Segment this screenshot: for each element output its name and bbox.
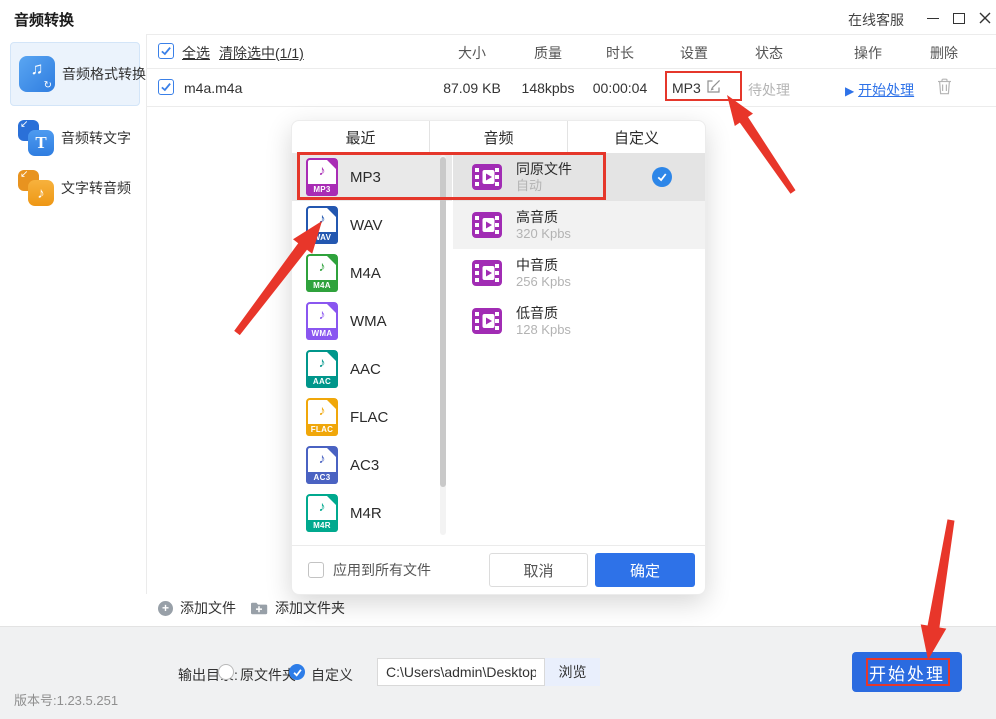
start-processing-button[interactable]: 开始处理 (852, 652, 962, 692)
file-format-setting[interactable]: MP3 (672, 80, 701, 96)
file-format-icon: ♪WMA (306, 302, 338, 340)
quality-option-medium[interactable]: 中音质256 Kpbs (453, 249, 705, 297)
add-file-icon: + (158, 601, 173, 616)
maximize-icon[interactable] (946, 8, 972, 28)
check-circle-icon (652, 167, 672, 187)
row-start-action[interactable]: ▶ 开始处理 (845, 80, 914, 100)
app-title: 音频转换 (14, 9, 74, 30)
apply-all-label: 应用到所有文件 (333, 560, 431, 580)
col-header-duration: 时长 (590, 43, 650, 63)
file-name: m4a.m4a (184, 80, 242, 96)
sidebar-item-text-to-audio[interactable]: ↙ ♪ 文字转音频 (10, 164, 140, 212)
text-to-audio-icon: ↙ ♪ (18, 170, 54, 206)
clear-selected-label[interactable]: 清除选中(1/1) (219, 43, 304, 63)
format-option-wav[interactable]: ♪WAV WAV (292, 201, 452, 249)
file-row-checkbox[interactable] (158, 79, 174, 95)
format-option-flac[interactable]: ♪FLAC FLAC (292, 393, 452, 441)
online-service-link[interactable]: 在线客服 (848, 10, 904, 30)
divider (146, 68, 996, 69)
quality-option-low[interactable]: 低音质128 Kpbs (453, 297, 705, 345)
format-option-mp3[interactable]: ♪MP3 MP3 (292, 153, 452, 201)
file-status: 待处理 (739, 80, 799, 100)
sidebar: ♫↻ 音频格式转换 ↙ T 音频转文字 ↙ ♪ 文字转音频 (0, 34, 147, 594)
col-header-operation: 操作 (838, 43, 898, 63)
format-option-m4a[interactable]: ♪M4A M4A (292, 249, 452, 297)
file-format-icon: ♪MP3 (306, 158, 338, 196)
quality-option-high[interactable]: 高音质320 Kpbs (453, 201, 705, 249)
file-format-icon: ♪M4R (306, 494, 338, 532)
format-option-aac[interactable]: ♪AAC AAC (292, 345, 452, 393)
add-file-button[interactable]: + 添加文件 (158, 598, 236, 618)
format-option-m4r[interactable]: ♪M4R M4R (292, 489, 452, 537)
quality-option-same-as-source[interactable]: 同原文件自动 (453, 153, 705, 201)
annotation-arrow (727, 95, 796, 194)
scrollbar (440, 155, 446, 535)
col-header-quality: 质量 (518, 43, 578, 63)
scrollbar-thumb[interactable] (440, 157, 446, 487)
format-option-wma[interactable]: ♪WMA WMA (292, 297, 452, 345)
minimize-icon[interactable] (920, 8, 946, 28)
select-all-label[interactable]: 全选 (182, 43, 210, 63)
add-folder-icon (250, 601, 268, 615)
trash-icon[interactable] (937, 78, 952, 98)
file-format-icon: ♪M4A (306, 254, 338, 292)
file-quality: 148kpbs (518, 80, 578, 96)
close-icon[interactable] (972, 8, 996, 28)
browse-button[interactable]: 浏览 (545, 658, 600, 686)
divider (146, 34, 996, 35)
dialog-tabs: 最近 音频 自定义 (292, 121, 705, 154)
confirm-button[interactable]: 确定 (595, 553, 695, 587)
format-list: ♪MP3 MP3 ♪WAV WAV ♪M4A M4A ♪WMA WMA ♪AAC… (292, 153, 452, 537)
tab-recent[interactable]: 最近 (292, 121, 429, 153)
radio-custom[interactable] (289, 664, 305, 680)
edit-icon[interactable] (706, 79, 721, 97)
film-icon (472, 259, 502, 287)
tab-audio[interactable]: 音频 (429, 121, 567, 153)
dialog-footer: 应用到所有文件 取消 确定 (292, 545, 705, 594)
col-header-status: 状态 (739, 43, 799, 63)
audio-to-text-icon: ↙ T (18, 120, 54, 156)
original-folder-label: 原文件夹 (240, 665, 296, 685)
col-header-size: 大小 (442, 43, 502, 63)
col-header-delete: 删除 (914, 43, 974, 63)
select-all-checkbox[interactable] (158, 43, 174, 59)
audio-format-convert-icon: ♫↻ (19, 56, 55, 92)
format-settings-dialog: 最近 音频 自定义 ♪MP3 MP3 ♪WAV WAV ♪M4A M4A ♪WM… (291, 120, 706, 595)
quality-list: 同原文件自动 高音质320 Kpbs 中音质256 Kpbs 低音质128 Kp… (453, 153, 705, 345)
apply-all-checkbox[interactable] (308, 562, 324, 578)
sidebar-item-audio-to-text[interactable]: ↙ T 音频转文字 (10, 114, 140, 162)
film-icon (472, 211, 502, 239)
version-label: 版本号:1.23.5.251 (14, 690, 118, 709)
format-option-ac3[interactable]: ♪AC3 AC3 (292, 441, 452, 489)
film-icon (472, 307, 502, 335)
output-path-input[interactable] (377, 658, 545, 686)
film-icon (472, 163, 502, 191)
sidebar-item-audio-format-convert[interactable]: ♫↻ 音频格式转换 (10, 42, 140, 106)
file-duration: 00:00:04 (590, 80, 650, 96)
file-format-icon: ♪AAC (306, 350, 338, 388)
file-format-icon: ♪FLAC (306, 398, 338, 436)
cancel-button[interactable]: 取消 (489, 553, 588, 587)
file-format-icon: ♪WAV (306, 206, 338, 244)
add-folder-button[interactable]: 添加文件夹 (250, 598, 345, 618)
file-format-icon: ♪AC3 (306, 446, 338, 484)
custom-label: 自定义 (311, 665, 353, 685)
play-icon: ▶ (845, 84, 854, 98)
radio-original-folder[interactable] (218, 664, 234, 680)
add-file-bar: + 添加文件 添加文件夹 (146, 594, 996, 626)
tab-custom[interactable]: 自定义 (567, 121, 705, 153)
divider (146, 106, 996, 107)
col-header-settings: 设置 (664, 43, 724, 63)
file-size: 87.09 KB (442, 80, 502, 96)
